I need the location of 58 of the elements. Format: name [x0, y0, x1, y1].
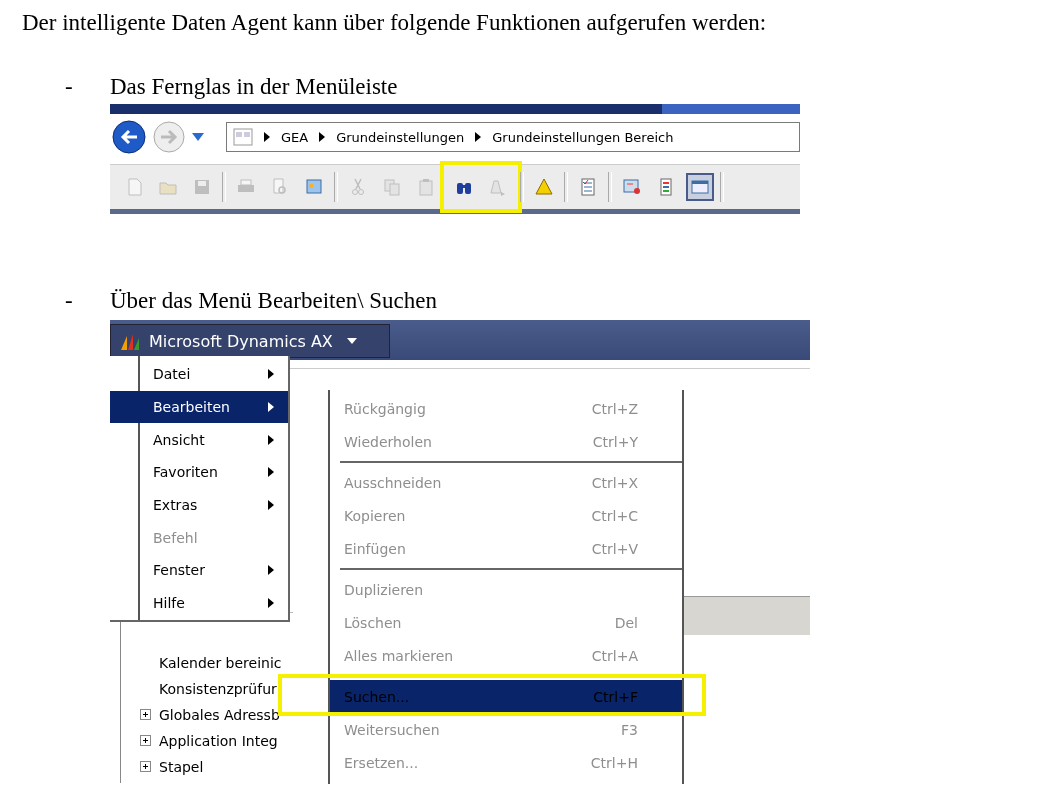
- expand-icon[interactable]: [140, 709, 151, 720]
- menu-item[interactable]: Datei: [110, 358, 288, 391]
- shortcut-label: Ctrl+F: [593, 688, 638, 705]
- submenu-arrow-icon: [268, 434, 274, 445]
- submenu-arrow-icon: [268, 402, 274, 413]
- bullet-dash: -: [64, 288, 74, 314]
- intro-text: Der intelligente Daten Agent kann über folgende Funktionen aufgerufen werden:: [22, 9, 768, 37]
- menu-item[interactable]: Favoriten: [110, 456, 288, 489]
- submenu-arrow-icon: [268, 369, 274, 380]
- bullet-text: Über das Menü Bearbeiten\ Suchen: [110, 288, 437, 314]
- clipboard-icon: [416, 177, 436, 197]
- shortcut-label: F3: [621, 721, 638, 738]
- submenu-arrow-icon: [268, 565, 274, 576]
- menu-item[interactable]: Bearbeiten: [110, 390, 288, 424]
- bullet-text: Das Fernglas in der Menüleiste: [110, 74, 398, 100]
- window-icon: [304, 177, 324, 197]
- menu-item[interactable]: Fenster: [110, 554, 288, 587]
- caret-icon: [346, 338, 357, 344]
- shortcut-label: Ctrl+Y: [592, 433, 638, 450]
- form-icon: [690, 177, 710, 197]
- breadcrumb-item[interactable]: Grundeinstellungen: [336, 129, 465, 145]
- menu-item[interactable]: Ansicht: [110, 423, 288, 457]
- address-bar[interactable]: GEA Grundeinstellungen Grundeinstellungen Bereich: [226, 122, 800, 152]
- tree-item[interactable]: Stapel: [159, 758, 204, 775]
- expand-icon[interactable]: [140, 761, 151, 772]
- breadcrumb-arrow-icon: [318, 132, 327, 142]
- breadcrumb-item[interactable]: Grundeinstellungen Bereich: [492, 129, 674, 145]
- submenu-arrow-icon: [268, 500, 274, 511]
- app-menu-button[interactable]: Microsoft Dynamics AX: [110, 324, 390, 358]
- shortcut-label: Del: [614, 614, 638, 631]
- breadcrumb-arrow-icon: [474, 132, 483, 142]
- submenu-arrow-icon: [268, 467, 274, 478]
- warning-triangle-icon: [534, 177, 554, 197]
- back-button[interactable]: [112, 120, 146, 154]
- shortcut-label: Ctrl+Z: [591, 400, 638, 417]
- menu-item[interactable]: Extras: [110, 488, 288, 522]
- grid-icon: [233, 128, 253, 146]
- tree-item[interactable]: Application Integ: [159, 732, 278, 749]
- breadcrumb-arrow-icon: [263, 132, 271, 142]
- shortcut-label: Ctrl+C: [591, 507, 638, 524]
- menu-item[interactable]: Hilfe: [110, 586, 288, 620]
- checklist-icon: [578, 177, 598, 197]
- expand-icon[interactable]: [140, 735, 151, 746]
- shortcut-label: Ctrl+X: [591, 474, 638, 491]
- tree-item[interactable]: Kalender bereinic: [159, 654, 282, 671]
- copy-icon: [382, 177, 402, 197]
- submenu-arrow-icon: [268, 598, 274, 609]
- shortcut-label: Ctrl+A: [591, 647, 638, 664]
- breadcrumb-item[interactable]: GEA: [281, 129, 309, 145]
- shortcut-label: Ctrl+H: [590, 754, 638, 771]
- forward-button[interactable]: [152, 120, 186, 154]
- bullet-dash: -: [64, 74, 74, 100]
- tree-item[interactable]: Konsistenzprüfur: [159, 680, 277, 697]
- dropdown-caret-icon[interactable]: [192, 133, 204, 141]
- shortcut-label: Ctrl+V: [591, 540, 638, 557]
- form-chart-icon: [622, 177, 642, 197]
- tree-item[interactable]: Globales Adressb: [159, 706, 280, 723]
- toolbar-button[interactable]: [686, 173, 714, 201]
